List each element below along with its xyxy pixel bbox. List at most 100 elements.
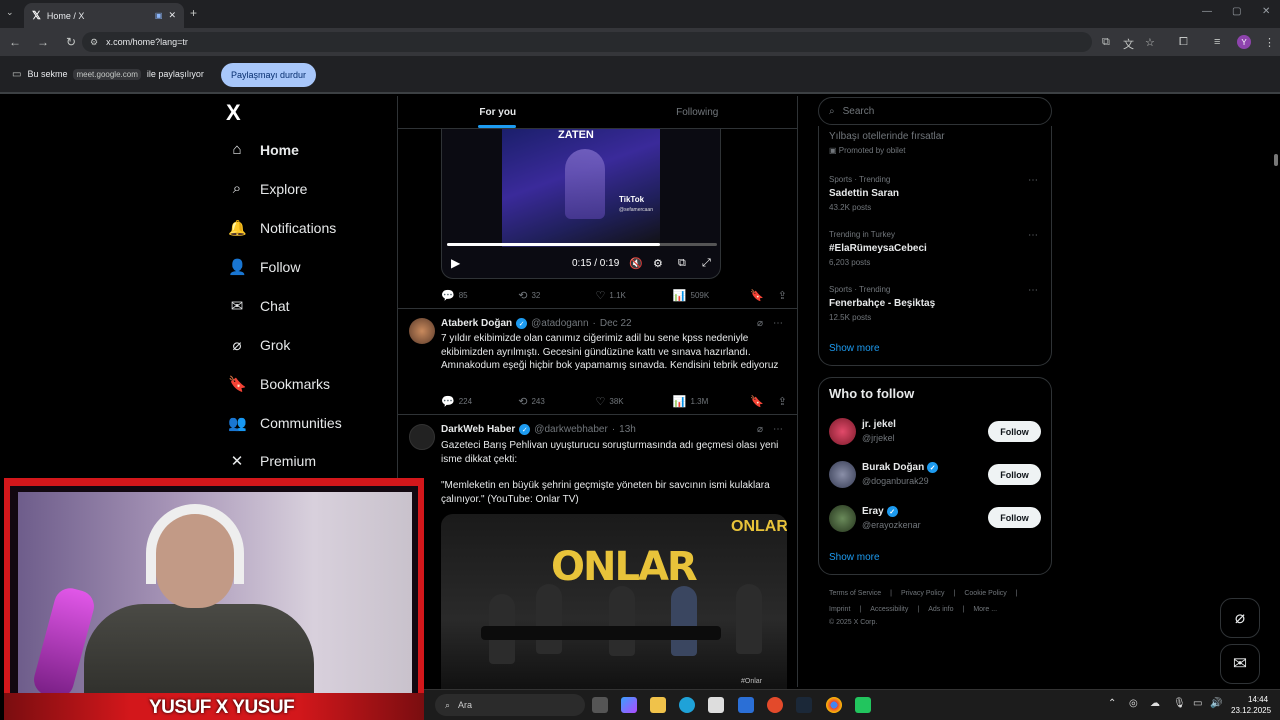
views-button[interactable]: 📊 509K <box>673 289 750 302</box>
steam-icon[interactable] <box>796 697 812 713</box>
reply-button[interactable]: 💬 85 <box>441 289 518 302</box>
yandex-icon[interactable] <box>767 697 783 713</box>
who-to-follow-show-more[interactable]: Show more <box>829 552 880 563</box>
views-button[interactable]: 📊 1.3M <box>673 395 750 408</box>
trend-title[interactable]: #ElaRümeysaCebeci <box>829 243 927 254</box>
store-icon[interactable] <box>708 697 724 713</box>
footer-link[interactable]: Imprint <box>829 606 850 613</box>
footer-link-more[interactable]: More ... <box>973 606 997 613</box>
tab-for-you[interactable]: For you <box>398 96 598 128</box>
menu-icon[interactable]: ⋮ <box>1264 36 1275 49</box>
avatar[interactable] <box>409 424 435 450</box>
post-date[interactable]: 13h <box>619 424 636 435</box>
trend-more-icon[interactable]: ⋯ <box>1028 230 1038 241</box>
app-icon[interactable] <box>738 697 754 713</box>
footer-link[interactable]: Ads info <box>928 606 953 613</box>
play-icon[interactable]: ▶ <box>451 256 460 270</box>
maximize-icon[interactable]: ▢ <box>1232 6 1241 17</box>
mute-icon[interactable]: 🔇 <box>629 257 643 270</box>
footer-link[interactable]: Cookie Policy <box>964 590 1006 597</box>
fullscreen-icon[interactable]: ⤢ <box>702 257 711 270</box>
taskbar-search[interactable]: ⌕ Ara <box>435 694 585 716</box>
bookmark-star-icon[interactable]: ☆ <box>1145 36 1155 49</box>
tab-close-icon[interactable]: ✕ <box>168 10 176 21</box>
trend-more-icon[interactable]: ⋯ <box>1028 175 1038 186</box>
back-icon[interactable]: ← <box>8 35 22 49</box>
file-explorer-icon[interactable] <box>650 697 666 713</box>
scrollbar[interactable] <box>1272 96 1280 687</box>
nav-item-communities[interactable]: 👥 Communities <box>228 414 342 432</box>
avatar[interactable] <box>829 505 856 532</box>
settings-gear-icon[interactable]: ⚙ <box>653 257 663 270</box>
more-icon[interactable]: ⋯ <box>773 424 783 435</box>
follow-button[interactable]: Follow <box>988 464 1041 485</box>
trend-title[interactable]: Fenerbahçe - Beşiktaş <box>829 298 935 309</box>
like-button[interactable]: ♡ 1.1K <box>596 289 673 302</box>
tray-overflow-icon[interactable]: ⌃ <box>1108 698 1116 709</box>
forward-icon[interactable]: → <box>36 35 50 49</box>
nav-item-explore[interactable]: ⌕ Explore <box>228 180 308 197</box>
nav-item-grok[interactable]: ⌀ Grok <box>228 336 290 354</box>
suggestion-name[interactable]: jr. jekel <box>862 419 896 430</box>
task-view-icon[interactable] <box>592 697 608 713</box>
footer-link[interactable]: Accessibility <box>870 606 908 613</box>
author-handle[interactable]: @atadogann <box>531 318 588 329</box>
like-button[interactable]: ♡ 38K <box>596 395 673 408</box>
suggestion-name[interactable]: Burak Doğan ✓ <box>862 462 939 473</box>
avatar[interactable] <box>409 318 435 344</box>
avatar[interactable] <box>829 461 856 488</box>
tab-following[interactable]: Following <box>598 96 798 128</box>
trend-title[interactable]: Sadettin Saran <box>829 188 899 199</box>
bookmark-icon[interactable]: 🔖 <box>750 395 764 408</box>
grok-explain-icon[interactable]: ⌀ <box>757 318 763 329</box>
edge-icon[interactable] <box>679 697 695 713</box>
reload-icon[interactable]: ↻ <box>64 35 78 49</box>
grok-float-button[interactable]: ⌀ <box>1220 598 1260 638</box>
browser-tab[interactable]: 𝕏 Home / X ▣ ✕ <box>24 3 184 28</box>
network-icon[interactable]: ▭ <box>1193 698 1202 709</box>
suggestion-name[interactable]: Eray ✓ <box>862 506 898 517</box>
author-handle[interactable]: @darkwebhaber <box>534 424 608 435</box>
video-progress-bar[interactable] <box>447 243 717 246</box>
close-window-icon[interactable]: ✕ <box>1262 6 1270 17</box>
post-date[interactable]: Dec 22 <box>600 318 632 329</box>
pip-icon[interactable]: ⧉ <box>678 257 686 270</box>
repost-button[interactable]: ⟲ 32 <box>518 289 595 302</box>
copilot-icon[interactable] <box>621 697 637 713</box>
share-icon[interactable]: ⇪ <box>778 395 787 408</box>
clock-time[interactable]: 14:44 <box>1248 695 1268 704</box>
bookmark-icon[interactable]: 🔖 <box>750 289 764 302</box>
search-box[interactable]: ⌕ Search <box>818 97 1052 125</box>
reading-list-icon[interactable]: ≡ <box>1214 36 1220 48</box>
nav-item-bookmarks[interactable]: 🔖 Bookmarks <box>228 375 330 393</box>
trends-show-more[interactable]: Show more <box>829 343 880 354</box>
repost-button[interactable]: ⟲ 243 <box>518 395 595 408</box>
extensions-icon[interactable]: ⧠ <box>1179 36 1188 49</box>
nav-item-follow[interactable]: 👤 Follow <box>228 258 300 276</box>
author-name[interactable]: DarkWeb Haber <box>441 424 515 435</box>
profile-avatar[interactable]: Y <box>1237 35 1251 49</box>
mic-icon[interactable]: 🎙 <box>1173 698 1186 709</box>
translate-icon[interactable]: 文 <box>1123 36 1134 52</box>
follow-button[interactable]: Follow <box>988 507 1041 528</box>
address-bar[interactable]: ⚙ x.com/home?lang=tr <box>82 32 1092 52</box>
volume-icon[interactable]: 🔊 <box>1210 698 1222 709</box>
footer-link[interactable]: Privacy Policy <box>901 590 945 597</box>
nav-item-chat[interactable]: ✉ Chat <box>228 297 290 315</box>
more-icon[interactable]: ⋯ <box>773 318 783 329</box>
tray-icon[interactable]: ◎ <box>1129 698 1138 709</box>
reply-button[interactable]: 💬 224 <box>441 395 518 408</box>
nav-item-premium[interactable]: ✕ Premium <box>228 452 316 470</box>
post-image[interactable]: ONLAR ONLAR #Onlar <box>441 514 787 689</box>
follow-button[interactable]: Follow <box>988 421 1041 442</box>
tab-search-icon[interactable]: ⌄ <box>6 7 14 18</box>
nav-item-notifications[interactable]: 🔔 Notifications <box>228 219 336 237</box>
clock-date[interactable]: 23.12.2025 <box>1231 706 1271 715</box>
nav-item-home[interactable]: ⌂ Home <box>228 141 298 158</box>
cast-icon[interactable]: ⧉ <box>1102 36 1110 49</box>
promoted-title[interactable]: Yılbaşı otellerinde fırsatlar <box>829 131 945 142</box>
new-tab-button[interactable]: + <box>190 6 197 20</box>
app-icon[interactable] <box>855 697 871 713</box>
stop-sharing-button[interactable]: Paylaşmayı durdur <box>221 63 316 87</box>
chrome-icon[interactable] <box>826 697 842 713</box>
